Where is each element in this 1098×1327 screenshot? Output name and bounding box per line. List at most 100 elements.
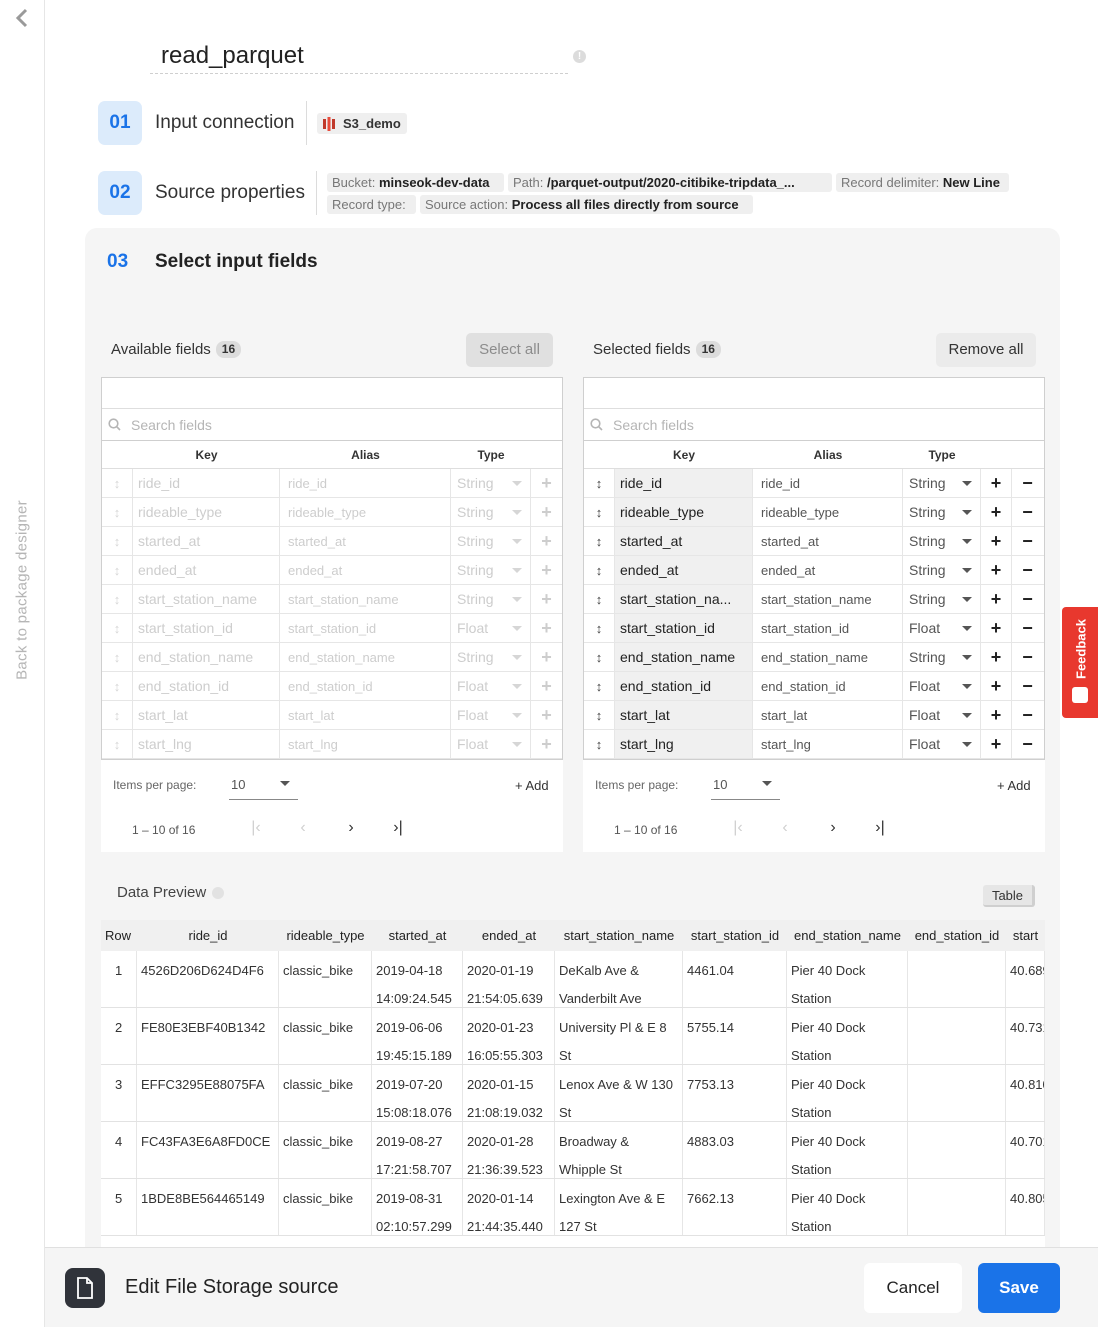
field-type-select[interactable]: Float [903, 672, 981, 700]
drag-handle-icon[interactable]: ↕ [584, 701, 615, 729]
drag-handle-icon[interactable]: ↕ [102, 614, 133, 642]
add-icon[interactable]: + [531, 585, 562, 613]
field-type-select[interactable]: String [903, 643, 981, 671]
drag-handle-icon[interactable]: ↕ [584, 672, 615, 700]
field-type-select[interactable]: String [903, 469, 981, 497]
remove-icon[interactable]: − [1012, 556, 1043, 584]
add-icon[interactable]: + [531, 701, 562, 729]
last-page-icon[interactable]: ›| [870, 818, 890, 838]
drag-handle-icon[interactable]: ↕ [102, 585, 133, 613]
field-alias-input[interactable]: start_station_name [753, 585, 903, 613]
field-type-select[interactable]: String [903, 498, 981, 526]
add-icon[interactable]: + [531, 469, 562, 497]
add-icon[interactable]: + [981, 556, 1012, 584]
add-icon[interactable]: + [981, 730, 1012, 758]
field-alias-input[interactable]: start_lng [753, 730, 903, 758]
cancel-button[interactable]: Cancel [864, 1263, 962, 1313]
add-icon[interactable]: + [531, 498, 562, 526]
last-page-icon[interactable]: ›| [388, 818, 408, 838]
prev-page-icon[interactable]: ‹ [293, 818, 313, 838]
drag-handle-icon[interactable]: ↕ [584, 527, 615, 555]
footer-title: Edit File Storage source [125, 1276, 339, 1298]
field-alias-input[interactable]: end_station_name [753, 643, 903, 671]
add-icon[interactable]: + [531, 730, 562, 758]
remove-icon[interactable]: − [1012, 643, 1043, 671]
drag-handle-icon[interactable]: ↕ [584, 614, 615, 642]
drag-handle-icon[interactable]: ↕ [584, 498, 615, 526]
drag-handle-icon[interactable]: ↕ [102, 556, 133, 584]
info-icon[interactable] [212, 886, 225, 899]
drag-handle-icon[interactable]: ↕ [102, 643, 133, 671]
add-icon[interactable]: + [981, 498, 1012, 526]
add-icon[interactable]: + [981, 527, 1012, 555]
save-button[interactable]: Save [978, 1263, 1060, 1313]
field-type-select[interactable]: Float [903, 614, 981, 642]
component-name-field[interactable]: read_parquet [150, 38, 568, 74]
drag-handle-icon[interactable]: ↕ [102, 701, 133, 729]
drag-handle-icon[interactable]: ↕ [102, 469, 133, 497]
field-alias-input[interactable]: start_lat [753, 701, 903, 729]
chevron-left-icon[interactable] [14, 8, 32, 28]
field-alias-input[interactable]: started_at [753, 527, 903, 555]
items-per-page-select[interactable]: 10 [711, 768, 780, 800]
back-to-designer-link[interactable]: Back to package designer [14, 500, 31, 680]
first-page-icon[interactable]: |‹ [246, 818, 266, 838]
add-icon[interactable]: + [981, 614, 1012, 642]
field-type-select[interactable]: String [903, 556, 981, 584]
field-type-select[interactable]: String [903, 527, 981, 555]
remove-all-button[interactable]: Remove all [936, 333, 1036, 367]
drag-handle-icon[interactable]: ↕ [102, 672, 133, 700]
drag-handle-icon[interactable]: ↕ [584, 469, 615, 497]
field-type-select[interactable]: Float [903, 730, 981, 758]
add-icon[interactable]: + [531, 643, 562, 671]
field-type-select[interactable]: Float [903, 701, 981, 729]
add-field-button[interactable]: + Add [515, 778, 549, 793]
field-type-select[interactable]: String [903, 585, 981, 613]
next-page-icon[interactable]: › [341, 818, 361, 838]
table-view-toggle[interactable]: Table [983, 885, 1035, 907]
field-alias-input[interactable]: end_station_id [753, 672, 903, 700]
drag-handle-icon[interactable]: ↕ [102, 498, 133, 526]
add-icon[interactable]: + [981, 672, 1012, 700]
step-01-label[interactable]: Input connection [155, 112, 294, 134]
step-02-label[interactable]: Source properties [155, 182, 305, 204]
items-per-page-select[interactable]: 10 [229, 768, 298, 800]
add-field-button[interactable]: + Add [997, 778, 1031, 793]
drag-handle-icon[interactable]: ↕ [102, 527, 133, 555]
field-alias-input[interactable]: ended_at [753, 556, 903, 584]
remove-icon[interactable]: − [1012, 585, 1043, 613]
remove-icon[interactable]: − [1012, 672, 1043, 700]
add-icon[interactable]: + [531, 614, 562, 642]
remove-icon[interactable]: − [1012, 498, 1043, 526]
field-alias-input[interactable]: start_station_id [753, 614, 903, 642]
drag-handle-icon[interactable]: ↕ [584, 730, 615, 758]
first-page-icon[interactable]: |‹ [728, 818, 748, 838]
remove-icon[interactable]: − [1012, 730, 1043, 758]
add-icon[interactable]: + [531, 527, 562, 555]
select-all-button[interactable]: Select all [466, 333, 553, 367]
field-alias-input[interactable]: ride_id [753, 469, 903, 497]
selected-search-input[interactable]: Search fields [584, 409, 1044, 441]
available-search-input[interactable]: Search fields [102, 409, 562, 441]
info-icon[interactable]: ! [573, 50, 586, 63]
drag-handle-icon[interactable]: ↕ [584, 643, 615, 671]
remove-icon[interactable]: − [1012, 701, 1043, 729]
add-icon[interactable]: + [981, 701, 1012, 729]
add-icon[interactable]: + [981, 585, 1012, 613]
field-alias: start_station_name [280, 585, 451, 613]
connection-chip[interactable]: S3_demo [317, 113, 407, 134]
drag-handle-icon[interactable]: ↕ [584, 556, 615, 584]
remove-icon[interactable]: − [1012, 527, 1043, 555]
remove-icon[interactable]: − [1012, 469, 1043, 497]
feedback-tab[interactable]: Feedback [1062, 607, 1098, 718]
add-icon[interactable]: + [531, 672, 562, 700]
field-alias-input[interactable]: rideable_type [753, 498, 903, 526]
next-page-icon[interactable]: › [823, 818, 843, 838]
prev-page-icon[interactable]: ‹ [775, 818, 795, 838]
add-icon[interactable]: + [981, 643, 1012, 671]
add-icon[interactable]: + [531, 556, 562, 584]
remove-icon[interactable]: − [1012, 614, 1043, 642]
drag-handle-icon[interactable]: ↕ [584, 585, 615, 613]
drag-handle-icon[interactable]: ↕ [102, 730, 133, 758]
add-icon[interactable]: + [981, 469, 1012, 497]
